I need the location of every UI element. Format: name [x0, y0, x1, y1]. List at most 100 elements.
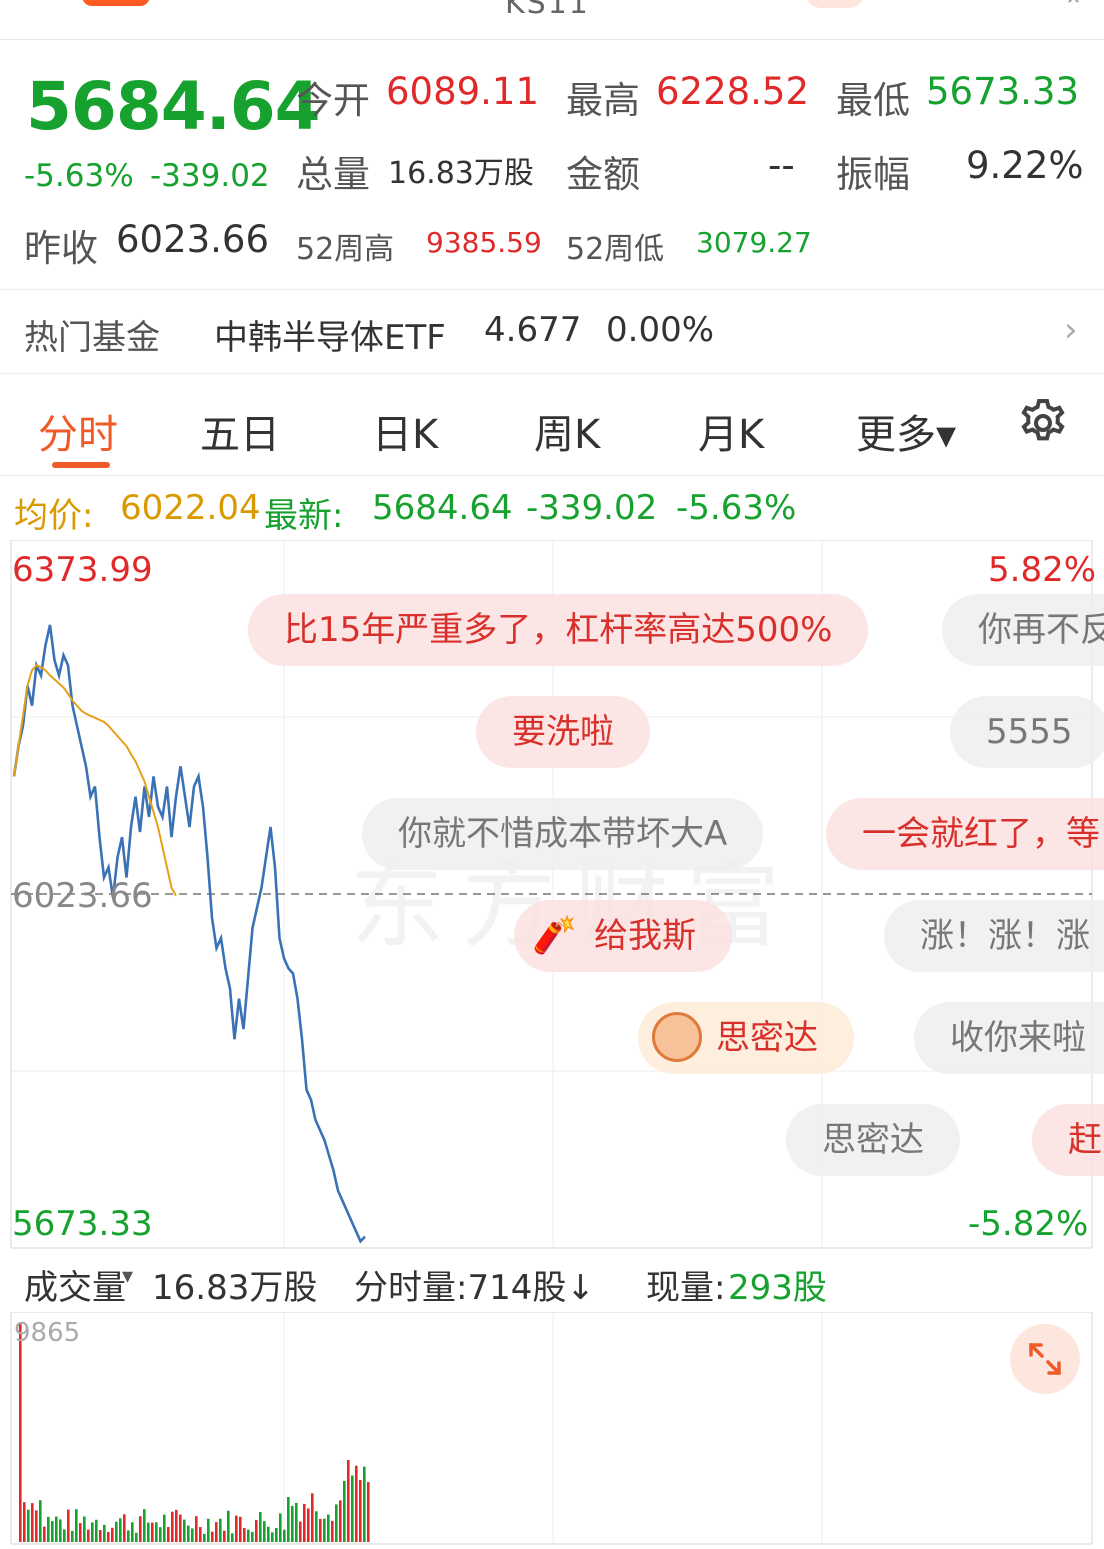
volume-bar: [351, 1475, 354, 1542]
volume-bar: [175, 1509, 178, 1542]
cow-mascot-icon: [652, 1012, 702, 1062]
volume-bar: [75, 1509, 78, 1542]
tab-monthly-k[interactable]: 月K: [698, 402, 764, 460]
danmu-comment[interactable]: 赶: [1032, 1104, 1104, 1176]
y-top-price: 6373.99: [12, 550, 153, 590]
volume-chart-svg: [10, 1311, 1093, 1545]
open-value: 6089.11: [386, 70, 540, 113]
volume-bar: [91, 1522, 94, 1542]
quote-panel: 5684.64 -5.63% -339.02 昨收 6023.66 今开 608…: [0, 40, 1104, 290]
tab-weekly-k[interactable]: 周K: [534, 402, 600, 460]
volume-max-label: 9865: [14, 1318, 81, 1348]
volume-bar: [71, 1530, 74, 1542]
tab-five-day[interactable]: 五日: [200, 402, 280, 460]
volume-bar: [131, 1522, 134, 1542]
current-price: 5684.64: [26, 68, 321, 145]
danmu-comment[interactable]: 收你来啦: [914, 1002, 1104, 1074]
volume-bar: [299, 1521, 302, 1542]
danmu-comment[interactable]: 你再不反: [942, 594, 1104, 666]
volume-bar: [291, 1505, 294, 1542]
chevron-down-icon[interactable]: ▾: [122, 1264, 133, 1289]
volume-bar: [67, 1509, 70, 1542]
volume-bar: [135, 1532, 138, 1542]
danmu-comment[interactable]: 思密达: [638, 1002, 854, 1074]
volume-bar: [79, 1523, 82, 1542]
change-percent: -5.63%: [24, 158, 134, 194]
danmu-comment[interactable]: 思密达: [786, 1104, 960, 1176]
volume-bar: [211, 1531, 214, 1542]
amplitude-label: 振幅: [836, 153, 910, 196]
volume-bar: [311, 1493, 314, 1542]
y-top-pct: 5.82%: [988, 550, 1097, 590]
tab-intraday[interactable]: 分时: [38, 402, 118, 460]
volume-bar: [115, 1521, 118, 1542]
header-pill-button[interactable]: [805, 0, 865, 8]
danmu-comment[interactable]: 你就不惜成本带坏大A: [362, 798, 764, 870]
volume-bar: [347, 1460, 350, 1542]
volume-bar: [331, 1520, 334, 1542]
app-logo[interactable]: [82, 0, 150, 6]
amount-label: 金额: [566, 153, 640, 196]
volume-bar: [87, 1529, 90, 1542]
volume-bar: [51, 1521, 54, 1542]
volume-bar: [59, 1519, 62, 1542]
high-label: 最高: [566, 79, 640, 122]
amount-value: --: [768, 144, 795, 187]
volume-bar: [367, 1482, 370, 1542]
danmu-comment[interactable]: 一会就红了，等: [826, 798, 1104, 870]
w52-low-value: 3079.27: [696, 226, 812, 259]
volume-chart[interactable]: 9865: [0, 1311, 1104, 1545]
danmu-comment[interactable]: 🧨 给我斯: [514, 900, 732, 972]
y-bottom-price: 5673.33: [12, 1204, 153, 1244]
latest-change: -339.02: [526, 488, 658, 528]
latest-label: 最新:: [264, 496, 344, 536]
gear-icon[interactable]: [1016, 396, 1070, 450]
index-code: KS11: [505, 0, 590, 21]
chart-info-line: 均价: 6022.04 最新: 5684.64 -339.02 -5.63%: [0, 476, 1104, 540]
danmu-comment[interactable]: 比15年严重多了，杠杆率高达500%: [248, 594, 869, 666]
volume-bar: [287, 1497, 290, 1542]
volume-bar: [343, 1480, 346, 1542]
volume-bar: [303, 1503, 306, 1542]
volume-bar: [187, 1525, 190, 1542]
close-icon[interactable]: ✕: [1066, 0, 1081, 9]
avg-label: 均价:: [14, 496, 94, 536]
danmu-comment[interactable]: 涨！涨！涨: [884, 900, 1104, 972]
volume-bar: [23, 1502, 26, 1542]
hot-fund-name: 中韩半导体ETF: [214, 318, 446, 358]
tab-daily-k[interactable]: 日K: [372, 402, 438, 460]
volume-bar: [255, 1520, 258, 1542]
volume-bar: [323, 1518, 326, 1542]
volume-bar: [191, 1528, 194, 1542]
latest-value: 5684.64: [372, 488, 513, 528]
volume-total: 16.83万股: [152, 1268, 318, 1308]
danmu-comment[interactable]: 要洗啦: [476, 696, 650, 768]
volume-bar: [95, 1519, 98, 1542]
volume-bar: [103, 1524, 106, 1542]
danmu-comment[interactable]: 5555: [950, 696, 1104, 768]
intraday-chart[interactable]: 东方财富 6373.99 6023.66 5673.33 5.82% -5.82…: [0, 540, 1104, 1250]
volume-frame: [10, 1311, 1093, 1545]
volume-bar: [235, 1515, 238, 1542]
volume-bar: [55, 1516, 58, 1542]
volume-bar: [295, 1502, 298, 1542]
chevron-right-icon[interactable]: ›: [1064, 310, 1078, 350]
hot-fund-row[interactable]: 热门基金 中韩半导体ETF 4.677 0.00% ›: [0, 290, 1104, 374]
y-mid-price: 6023.66: [12, 876, 153, 916]
tab-more[interactable]: 更多▾: [856, 402, 956, 460]
volume-bar: [283, 1529, 286, 1542]
volume-bar: [307, 1508, 310, 1542]
volume-bar: [275, 1528, 278, 1542]
volume-bar: [239, 1516, 242, 1542]
hot-fund-pct: 0.00%: [606, 310, 715, 350]
volume-selector[interactable]: 成交量: [24, 1260, 126, 1309]
volume-bar: [83, 1516, 86, 1542]
volume-bar: [127, 1530, 130, 1542]
volume-bar: [155, 1522, 158, 1542]
volume-bar: [107, 1531, 110, 1542]
low-label: 最低: [836, 79, 910, 122]
volume-bar: [231, 1533, 234, 1542]
expand-button[interactable]: [1010, 1324, 1080, 1394]
volume-bar: [223, 1530, 226, 1542]
volume-bar: [267, 1526, 270, 1542]
